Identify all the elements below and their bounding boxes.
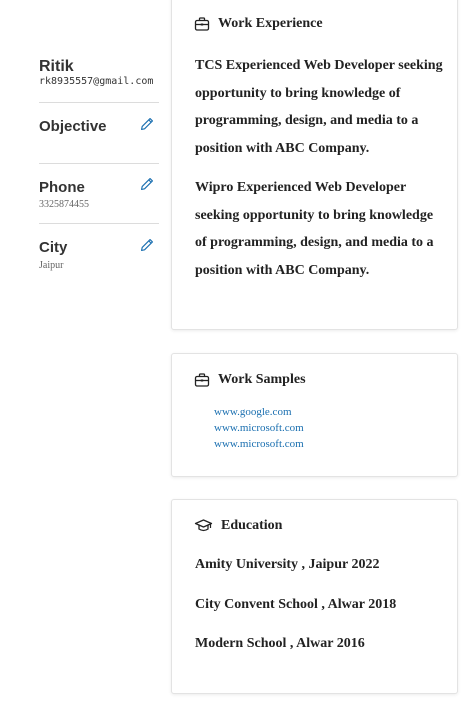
- work-samples-title: Work Samples: [218, 372, 306, 387]
- briefcase-icon: [194, 17, 210, 31]
- work-sample-link[interactable]: www.microsoft.com: [214, 422, 304, 434]
- phone-value: 3325874455: [39, 199, 89, 210]
- work-sample-link[interactable]: www.google.com: [214, 406, 292, 418]
- education-header: Education: [194, 518, 282, 534]
- work-samples-header: Work Samples: [194, 372, 306, 388]
- edit-objective-pencil-icon[interactable]: [140, 117, 154, 131]
- work-experience-header: Work Experience: [194, 16, 323, 32]
- edit-phone-pencil-icon[interactable]: [140, 177, 154, 191]
- divider: [39, 163, 159, 164]
- work-experience-title: Work Experience: [218, 16, 323, 31]
- city-label: City: [39, 239, 68, 256]
- work-experience-card: Work Experience TCS Experienced Web Deve…: [171, 0, 458, 330]
- work-samples-card: Work Samples www.google.com www.microsof…: [171, 353, 458, 477]
- education-item: Amity University , Jaipur 2022: [195, 557, 380, 572]
- profile-name: Ritik: [39, 58, 74, 75]
- objective-label: Objective: [39, 118, 107, 135]
- divider: [39, 223, 159, 224]
- work-experience-entry: Wipro Experienced Web Developer seeking …: [195, 180, 434, 278]
- city-value: Jaipur: [39, 260, 64, 271]
- work-sample-link[interactable]: www.microsoft.com: [214, 438, 304, 450]
- profile-email: rk8935557@gmail.com: [39, 76, 154, 87]
- graduation-cap-icon: [194, 519, 213, 532]
- education-title: Education: [221, 518, 283, 533]
- divider: [39, 102, 159, 103]
- education-card: Education Amity University , Jaipur 2022…: [171, 499, 458, 694]
- edit-city-pencil-icon[interactable]: [140, 238, 154, 252]
- phone-label: Phone: [39, 179, 85, 196]
- briefcase-icon: [194, 373, 210, 387]
- education-item: City Convent School , Alwar 2018: [195, 597, 397, 612]
- work-experience-entry: TCS Experienced Web Developer seeking op…: [195, 58, 443, 156]
- education-item: Modern School , Alwar 2016: [195, 636, 365, 651]
